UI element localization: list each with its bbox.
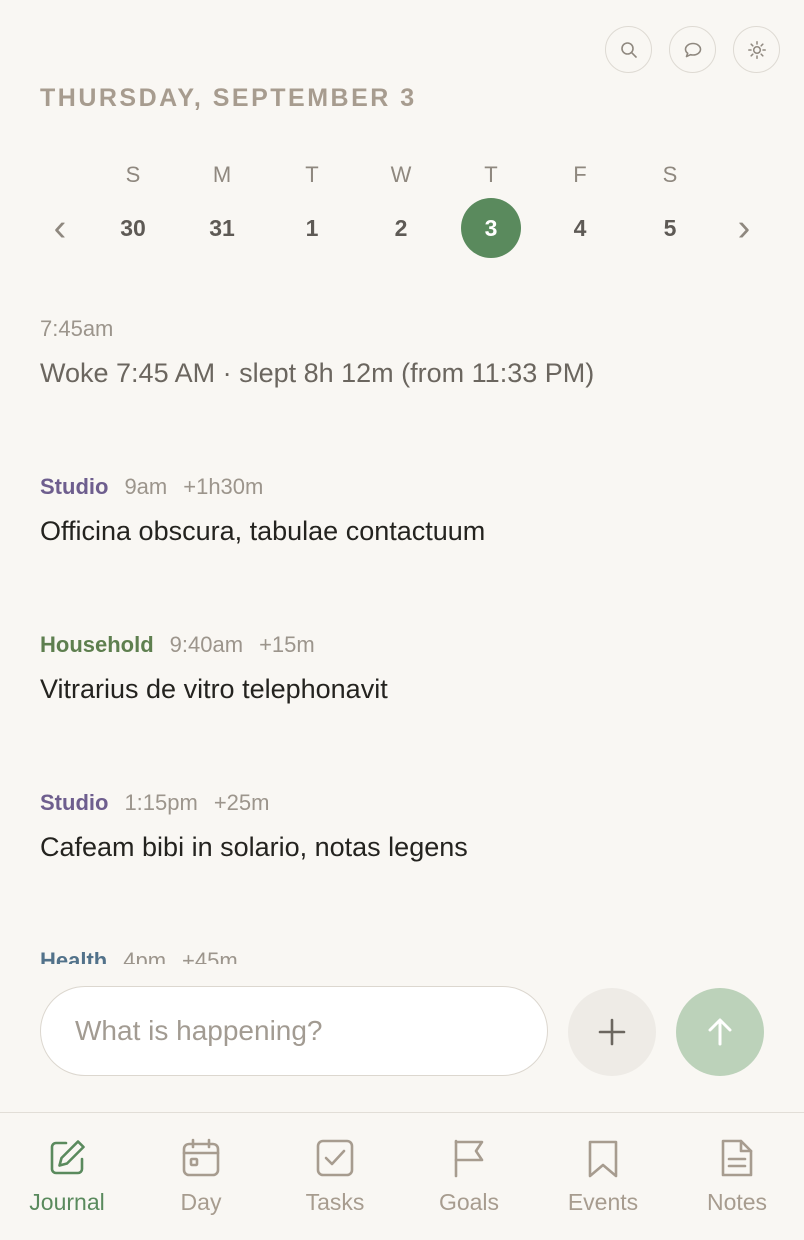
journal-entry[interactable]: Household 9:40am +15m Vitrarius de vitro…	[40, 628, 764, 786]
pencil-square-icon	[50, 1140, 85, 1175]
entry-meta: Studio 1:15pm +25m	[40, 786, 764, 820]
entry-category: Studio	[40, 474, 109, 499]
weekday-label: S	[662, 162, 678, 187]
nav-label: Notes	[706, 1189, 768, 1215]
entry-text: Officina obscura, tabulae contactuum	[40, 516, 486, 546]
search-icon	[620, 41, 637, 58]
journal-entry[interactable]: Studio 9am +1h30m Officina obscura, tabu…	[40, 470, 764, 628]
entry-time: 4pm	[123, 948, 167, 964]
nav-notes[interactable]: Notes	[670, 1137, 804, 1216]
arrow-up-icon	[708, 1018, 732, 1046]
weekday-label: T	[305, 162, 319, 187]
weekday-label: S	[125, 162, 141, 187]
chat-button[interactable]	[669, 26, 716, 73]
entry-meta: Health 4pm +45m	[40, 944, 764, 964]
nav-goals[interactable]: Goals	[402, 1137, 536, 1216]
entry-meta: Studio 9am +1h30m	[40, 470, 764, 504]
nav-day[interactable]: Day	[134, 1137, 268, 1216]
bottom-nav: Journal Day Tasks Goals Events Notes	[0, 1112, 804, 1240]
flag-icon	[454, 1139, 484, 1178]
checkbox-icon	[316, 1139, 354, 1177]
entry-input[interactable]	[75, 1015, 513, 1047]
top-actions	[605, 26, 780, 73]
entry-duration: +25m	[213, 790, 270, 815]
next-week-button[interactable]: ›	[724, 208, 764, 248]
entry-category: Household	[40, 632, 154, 657]
nav-journal[interactable]: Journal	[0, 1137, 134, 1216]
nav-events[interactable]: Events	[536, 1137, 670, 1216]
weekday-label: T	[484, 162, 498, 187]
bookmark-icon	[588, 1140, 618, 1178]
composer	[40, 986, 764, 1076]
add-button[interactable]	[568, 988, 656, 1076]
entry-meta: 7:45am	[40, 312, 764, 346]
document-icon	[721, 1139, 753, 1177]
entry-text: Vitrarius de vitro telephonavit	[40, 674, 388, 704]
entry-duration: +15m	[259, 632, 315, 657]
day-button[interactable]: 5	[640, 198, 700, 258]
entry-time: 7:45am	[40, 316, 114, 341]
nav-tasks[interactable]: Tasks	[268, 1137, 402, 1216]
nav-label: Journal	[29, 1189, 105, 1215]
journal-entry[interactable]: 7:45am Woke 7:45 AM · slept 8h 12m (from…	[40, 312, 764, 470]
journal-entry[interactable]: Studio 1:15pm +25m Cafeam bibi in solari…	[40, 786, 764, 944]
day-button-selected[interactable]: 3	[461, 198, 521, 258]
entry-time: 9:40am	[169, 632, 244, 657]
nav-label: Events	[567, 1189, 639, 1215]
date-heading: THURSDAY, SEPTEMBER 3	[40, 84, 417, 112]
theme-button[interactable]	[733, 26, 780, 73]
entry-duration: +45m	[182, 948, 238, 964]
weekday-label: M	[212, 162, 232, 187]
entry-category: Studio	[40, 790, 109, 815]
plus-icon	[598, 1018, 626, 1046]
search-button[interactable]	[605, 26, 652, 73]
day-button[interactable]: 30	[103, 198, 163, 258]
day-button[interactable]: 2	[371, 198, 431, 258]
entry-time: 9am	[124, 474, 168, 499]
composer-input-wrapper	[40, 986, 548, 1076]
calendar-icon	[182, 1138, 220, 1177]
weekday-label: W	[390, 162, 412, 187]
nav-label: Goals	[438, 1189, 500, 1215]
sun-icon	[747, 40, 766, 59]
entry-duration: +1h30m	[183, 474, 264, 499]
entry-text: Woke 7:45 AM · slept 8h 12m (from 11:33 …	[40, 358, 595, 388]
week-strip: ‹ S M T W T F S 30 31 1 2 3 4 5 ›	[0, 150, 804, 270]
entry-text: Cafeam bibi in solario, notas legens	[40, 832, 468, 862]
journal-app: THURSDAY, SEPTEMBER 3 ‹ S M T W T F S 30…	[0, 0, 804, 1240]
send-button[interactable]	[676, 988, 764, 1076]
entry-category: Health	[40, 948, 108, 964]
nav-label: Tasks	[305, 1189, 365, 1215]
entry-meta: Household 9:40am +15m	[40, 628, 764, 662]
entry-time: 1:15pm	[124, 790, 198, 815]
prev-week-button[interactable]: ‹	[40, 208, 80, 248]
nav-label: Day	[180, 1189, 222, 1215]
journal-entries: 7:45am Woke 7:45 AM · slept 8h 12m (from…	[40, 312, 764, 964]
weekday-label: F	[573, 162, 587, 187]
day-button[interactable]: 4	[550, 198, 610, 258]
journal-entry[interactable]: Health 4pm +45m	[40, 944, 764, 964]
day-button[interactable]: 1	[282, 198, 342, 258]
day-button[interactable]: 31	[192, 198, 252, 258]
chat-icon	[684, 42, 701, 57]
